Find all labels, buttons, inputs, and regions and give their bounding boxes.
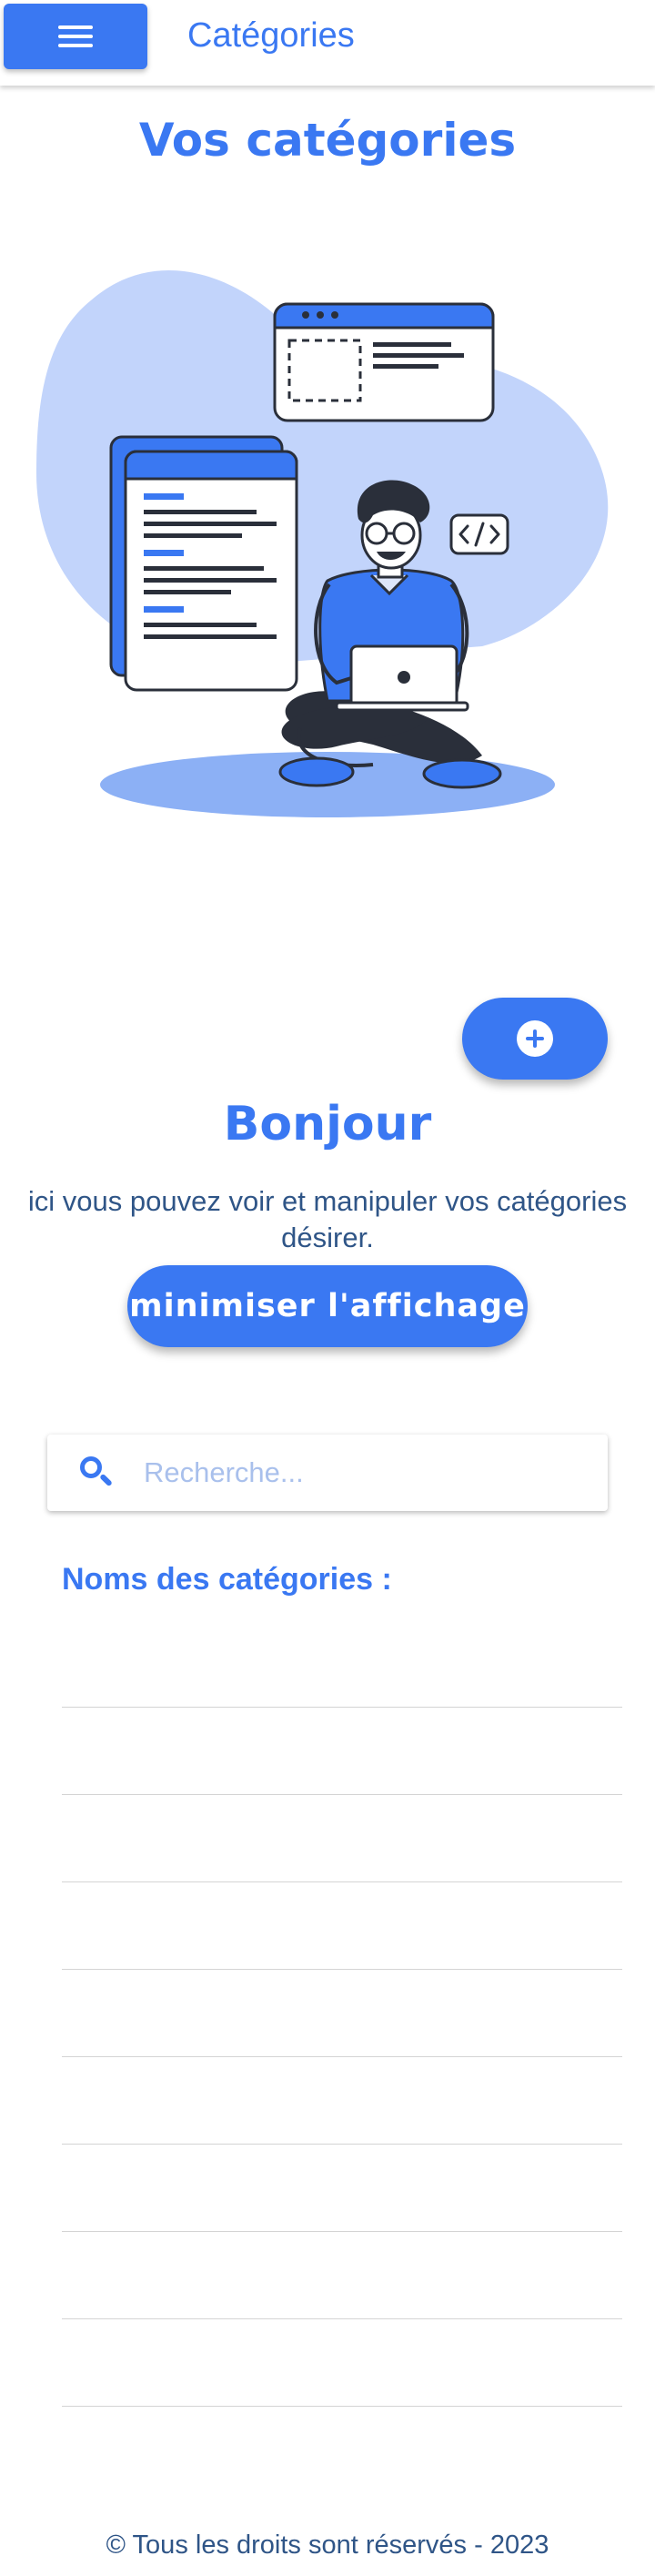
search-bar [47,1435,608,1511]
category-item[interactable] [62,2232,622,2319]
intro-text: ici vous pouvez voir et manipuler vos ca… [27,1185,628,1253]
page-title: Vos catégories [138,114,517,167]
hamburger-icon [58,20,93,53]
minimize-display-button[interactable]: minimiser l'affichage [127,1265,528,1347]
search-input[interactable] [144,1456,580,1489]
plus-circle-icon [517,1020,553,1057]
category-list [62,1620,622,2407]
footer-copyright: © Tous les droits sont réservés - 2023 [106,2530,549,2560]
add-category-button[interactable] [462,998,608,1080]
category-item[interactable] [62,1970,622,2057]
menu-button[interactable] [4,4,147,69]
category-list-heading: Noms des catégories : [62,1562,392,1597]
category-item[interactable] [62,2319,622,2407]
greeting-title: Bonjour [223,1097,432,1151]
top-app-bar: Catégories [0,0,655,86]
category-item[interactable] [62,2057,622,2145]
search-icon [78,1455,115,1491]
category-item[interactable] [62,1708,622,1795]
category-item[interactable] [62,1795,622,1882]
app-bar-title: Catégories [187,16,355,55]
developer-illustration [36,270,609,817]
category-item[interactable] [62,1620,622,1708]
category-item[interactable] [62,2145,622,2232]
category-item[interactable] [62,1882,622,1970]
